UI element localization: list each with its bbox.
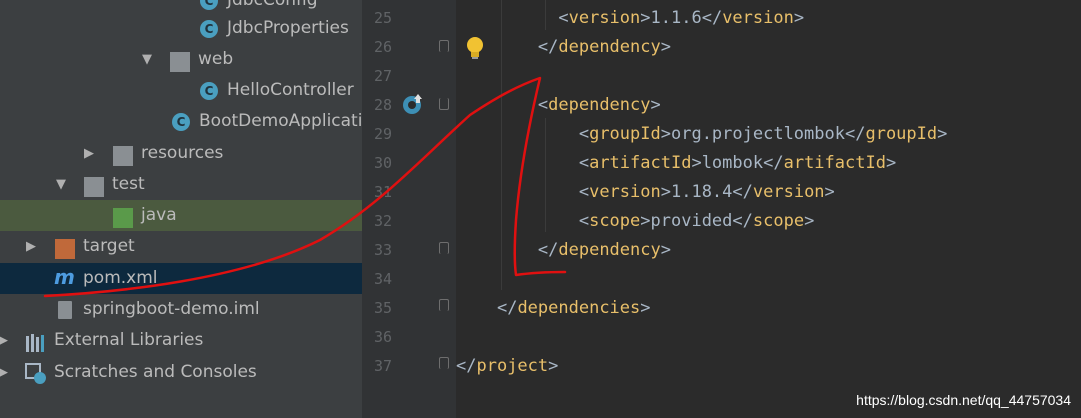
line-number: 29 bbox=[373, 125, 392, 143]
folder-icon bbox=[84, 177, 104, 197]
class-icon: C bbox=[200, 0, 218, 10]
fold-marker[interactable] bbox=[439, 357, 449, 369]
test-source-folder-icon bbox=[113, 208, 133, 228]
watermark: https://blog.csdn.net/qq_44757034 bbox=[856, 392, 1071, 408]
chevron-right-icon[interactable]: ▶ bbox=[0, 357, 10, 388]
line-number: 33 bbox=[373, 241, 392, 259]
line-number: 25 bbox=[373, 9, 392, 27]
line-number: 32 bbox=[373, 212, 392, 230]
line-number: 30 bbox=[373, 154, 392, 172]
code-line-25[interactable]: <version>1.1.6</version> bbox=[456, 4, 804, 33]
tree-item-springboot-demo-iml[interactable]: springboot-demo.iml bbox=[0, 294, 362, 325]
code-line-28[interactable]: <dependency> bbox=[456, 91, 661, 120]
tree-item-bootdemoapplication[interactable]: C BootDemoApplication bbox=[0, 106, 362, 137]
chevron-down-icon[interactable]: ▼ bbox=[140, 44, 154, 75]
code-line-31[interactable]: <version>1.18.4</version> bbox=[456, 178, 835, 207]
code-line-30[interactable]: <artifactId>lombok</artifactId> bbox=[456, 149, 896, 178]
fold-marker[interactable] bbox=[439, 242, 449, 254]
line-number: 35 bbox=[373, 299, 392, 317]
line-number: 27 bbox=[373, 67, 392, 85]
line-number: 37 bbox=[373, 357, 392, 375]
fold-marker[interactable] bbox=[439, 98, 449, 110]
line-number: 31 bbox=[373, 183, 392, 201]
package-folder-icon bbox=[170, 52, 190, 72]
chevron-right-icon[interactable]: ▶ bbox=[0, 325, 10, 356]
class-icon: C bbox=[200, 82, 218, 100]
code-line-26[interactable]: </dependency> bbox=[456, 33, 671, 62]
chevron-down-icon[interactable]: ▼ bbox=[54, 169, 68, 200]
chevron-right-icon[interactable]: ▶ bbox=[82, 138, 96, 169]
tree-item-scratches-and-consoles[interactable]: ▶ Scratches and Consoles bbox=[0, 357, 362, 388]
maven-icon: m bbox=[54, 265, 75, 289]
tree-item-pom-xml[interactable]: m pom.xml bbox=[0, 263, 362, 294]
code-line-29[interactable]: <groupId>org.projectlombok</groupId> bbox=[456, 120, 948, 149]
excluded-folder-icon bbox=[55, 239, 75, 259]
class-icon: C bbox=[200, 20, 218, 38]
code-line-32[interactable]: <scope>provided</scope> bbox=[456, 207, 815, 236]
libraries-icon bbox=[25, 332, 45, 352]
tree-item-jdbcproperties[interactable]: C JdbcProperties bbox=[0, 13, 362, 44]
tree-item-web[interactable]: ▼ web bbox=[0, 44, 362, 75]
tree-item-hellocontroller[interactable]: C HelloController bbox=[0, 75, 362, 106]
tree-item-target[interactable]: ▶ target bbox=[0, 231, 362, 262]
line-number: 28 bbox=[373, 96, 392, 114]
tree-item-external-libraries[interactable]: ▶ External Libraries bbox=[0, 325, 362, 356]
line-number: 36 bbox=[373, 328, 392, 346]
code-line-35[interactable]: </dependencies> bbox=[456, 294, 651, 323]
code-line-33[interactable]: </dependency> bbox=[456, 236, 671, 265]
project-tree[interactable]: C JdbcConfig C JdbcProperties ▼ web C He… bbox=[0, 0, 362, 418]
iml-file-icon bbox=[58, 301, 72, 319]
maven-dependency-gutter-icon[interactable] bbox=[401, 92, 425, 116]
fold-marker[interactable] bbox=[439, 299, 449, 311]
chevron-right-icon[interactable]: ▶ bbox=[24, 231, 38, 262]
scratches-icon bbox=[25, 363, 46, 384]
resources-folder-icon bbox=[113, 146, 133, 166]
line-number: 34 bbox=[373, 270, 392, 288]
code-line-37[interactable]: </project> bbox=[456, 352, 558, 381]
spring-boot-class-icon: C bbox=[172, 113, 190, 131]
tree-item-test[interactable]: ▼ test bbox=[0, 169, 362, 200]
line-number: 26 bbox=[373, 38, 392, 56]
tree-item-resources[interactable]: ▶ resources bbox=[0, 138, 362, 169]
tree-item-java[interactable]: java bbox=[0, 200, 362, 231]
fold-marker[interactable] bbox=[439, 40, 449, 52]
